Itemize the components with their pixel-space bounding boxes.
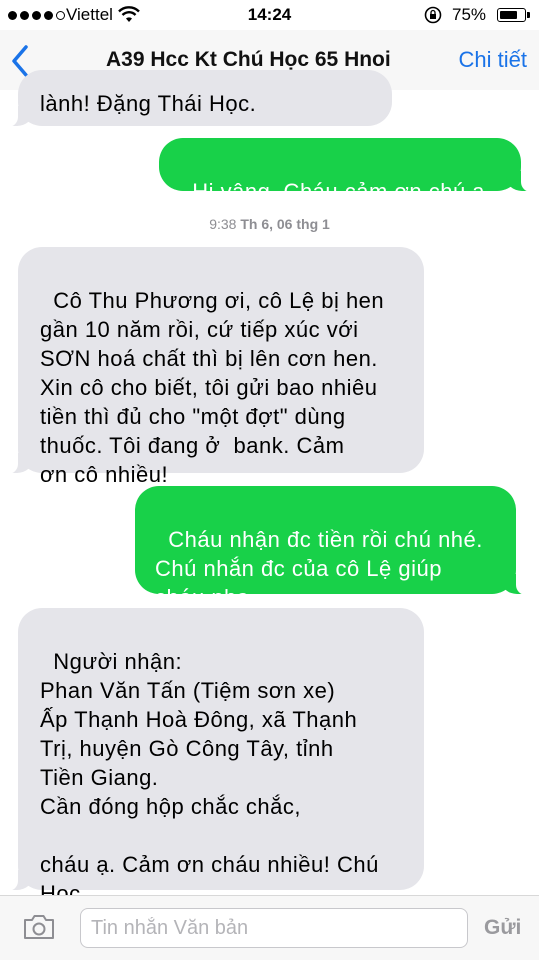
message-bubble-incoming[interactable]: Cô Thu Phương ơi, cô Lệ bị hen gần 10 nă…: [6, 247, 424, 487]
camera-icon[interactable]: [22, 914, 56, 940]
message-input[interactable]: [80, 908, 468, 948]
message-bubble-outgoing[interactable]: Cháu nhận đc tiền rồi chú nhé. Chú nhắn …: [135, 486, 528, 610]
message-text: Cháu nhận đc tiền rồi chú nhé. Chú nhắn …: [155, 527, 483, 610]
message-text: Người nhận: Phan Văn Tấn (Tiệm sơn xe) Ấ…: [40, 649, 379, 906]
send-button[interactable]: Gửi: [484, 916, 521, 940]
message-bubble-outgoing[interactable]: Hi vâng. Cháu cảm ơn chú ạ.: [159, 138, 533, 204]
message-bubble-incoming[interactable]: lành! Đặng Thái Học.: [6, 70, 392, 127]
conversation-title: A39 Hcc Kt Chú Học 65 Hnoi: [106, 48, 391, 71]
battery-percent: 75%: [452, 5, 487, 24]
message-text: Cô Thu Phương ơi, cô Lệ bị hen gần 10 nă…: [40, 288, 385, 487]
battery-icon: [497, 8, 530, 22]
timestamp-time: 9:38: [209, 216, 237, 232]
message-text: Hi vâng. Cháu cảm ơn chú ạ.: [192, 179, 492, 204]
timestamp-day: Th 6,: [240, 216, 273, 232]
timestamp-date: 06 thg 1: [276, 216, 330, 232]
message-text: lành! Đặng Thái Học.: [40, 91, 257, 116]
status-bar: Viettel 14:24 75%: [0, 0, 539, 30]
rotation-lock-icon: [424, 6, 442, 24]
message-input-bar: Gửi: [0, 895, 539, 960]
message-bubble-incoming[interactable]: Người nhận: Phan Văn Tấn (Tiệm sơn xe) Ấ…: [6, 608, 424, 906]
details-button[interactable]: Chi tiết: [459, 47, 527, 73]
message-timestamp: 9:38 Th 6, 06 thg 1: [0, 216, 539, 232]
